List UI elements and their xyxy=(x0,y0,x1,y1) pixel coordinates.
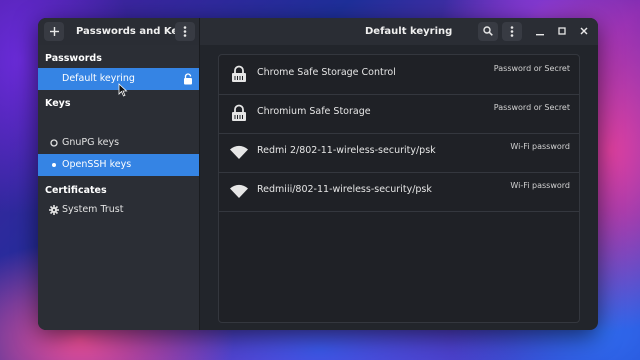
list-item[interactable]: Chrome Safe Storage Control Password or … xyxy=(219,55,579,95)
wifi-icon xyxy=(230,145,248,159)
minimize-icon xyxy=(536,34,544,36)
sidebar-item-openssh-keys[interactable]: OpenSSH keys xyxy=(38,154,199,176)
list-item[interactable]: Redmiii/802-11-wireless-security/psk Wi-… xyxy=(219,172,579,212)
item-name: Redmi 2/802-11-wireless-security/psk xyxy=(257,145,436,156)
close-button[interactable] xyxy=(574,22,594,41)
gear-icon xyxy=(48,199,60,224)
maximize-button[interactable] xyxy=(552,22,572,41)
item-type: Wi-Fi password xyxy=(510,181,570,190)
list-item[interactable]: Chromium Safe Storage Password or Secret xyxy=(219,94,579,134)
maximize-icon xyxy=(558,27,566,35)
dot-icon xyxy=(48,154,60,178)
list-item[interactable]: Redmi 2/802-11-wireless-security/psk Wi-… xyxy=(219,133,579,173)
section-heading-passwords: Passwords xyxy=(45,53,102,64)
keyring-icon xyxy=(232,104,246,121)
sidebar-item-gnupg-keys[interactable]: GnuPG keys xyxy=(38,132,199,154)
item-name: Chromium Safe Storage xyxy=(257,106,371,117)
keyring-icon xyxy=(232,65,246,82)
sidebar-header: Passwords and Keys xyxy=(38,18,200,45)
item-name: Redmiii/802-11-wireless-security/psk xyxy=(257,184,432,195)
sidebar-item-label: System Trust xyxy=(62,204,124,215)
section-heading-certificates: Certificates xyxy=(45,185,107,196)
vertical-dots-icon xyxy=(510,26,514,37)
sidebar-item-label: OpenSSH keys xyxy=(62,159,132,170)
vertical-dots-icon xyxy=(183,26,187,37)
search-button[interactable] xyxy=(478,22,498,41)
view-menu-button[interactable] xyxy=(502,22,522,41)
section-heading-keys: Keys xyxy=(45,98,71,109)
sidebar-item-system-trust[interactable]: System Trust xyxy=(38,199,199,221)
app-menu-button[interactable] xyxy=(175,22,195,41)
item-type: Wi-Fi password xyxy=(510,142,570,151)
keyring-item-list: Chrome Safe Storage Control Password or … xyxy=(218,54,580,323)
item-type: Password or Secret xyxy=(493,64,570,73)
minimize-button[interactable] xyxy=(530,22,550,41)
passwords-and-keys-window: Passwords and Keys Default keyring Passw… xyxy=(38,18,598,330)
view-title: Default keyring xyxy=(365,26,453,37)
header-bar: Passwords and Keys Default keyring xyxy=(38,18,598,45)
item-name: Chrome Safe Storage Control xyxy=(257,67,396,78)
app-title: Passwords and Keys xyxy=(76,26,191,37)
lock-icon xyxy=(184,73,192,85)
wifi-icon xyxy=(230,184,248,198)
close-icon xyxy=(580,27,588,35)
circle-icon xyxy=(48,132,60,156)
search-icon xyxy=(483,26,493,36)
plus-icon xyxy=(49,27,59,36)
sidebar-item-label: GnuPG keys xyxy=(62,137,120,148)
mouse-pointer-icon xyxy=(118,83,128,97)
item-type: Password or Secret xyxy=(493,103,570,112)
new-item-button[interactable] xyxy=(44,22,64,41)
